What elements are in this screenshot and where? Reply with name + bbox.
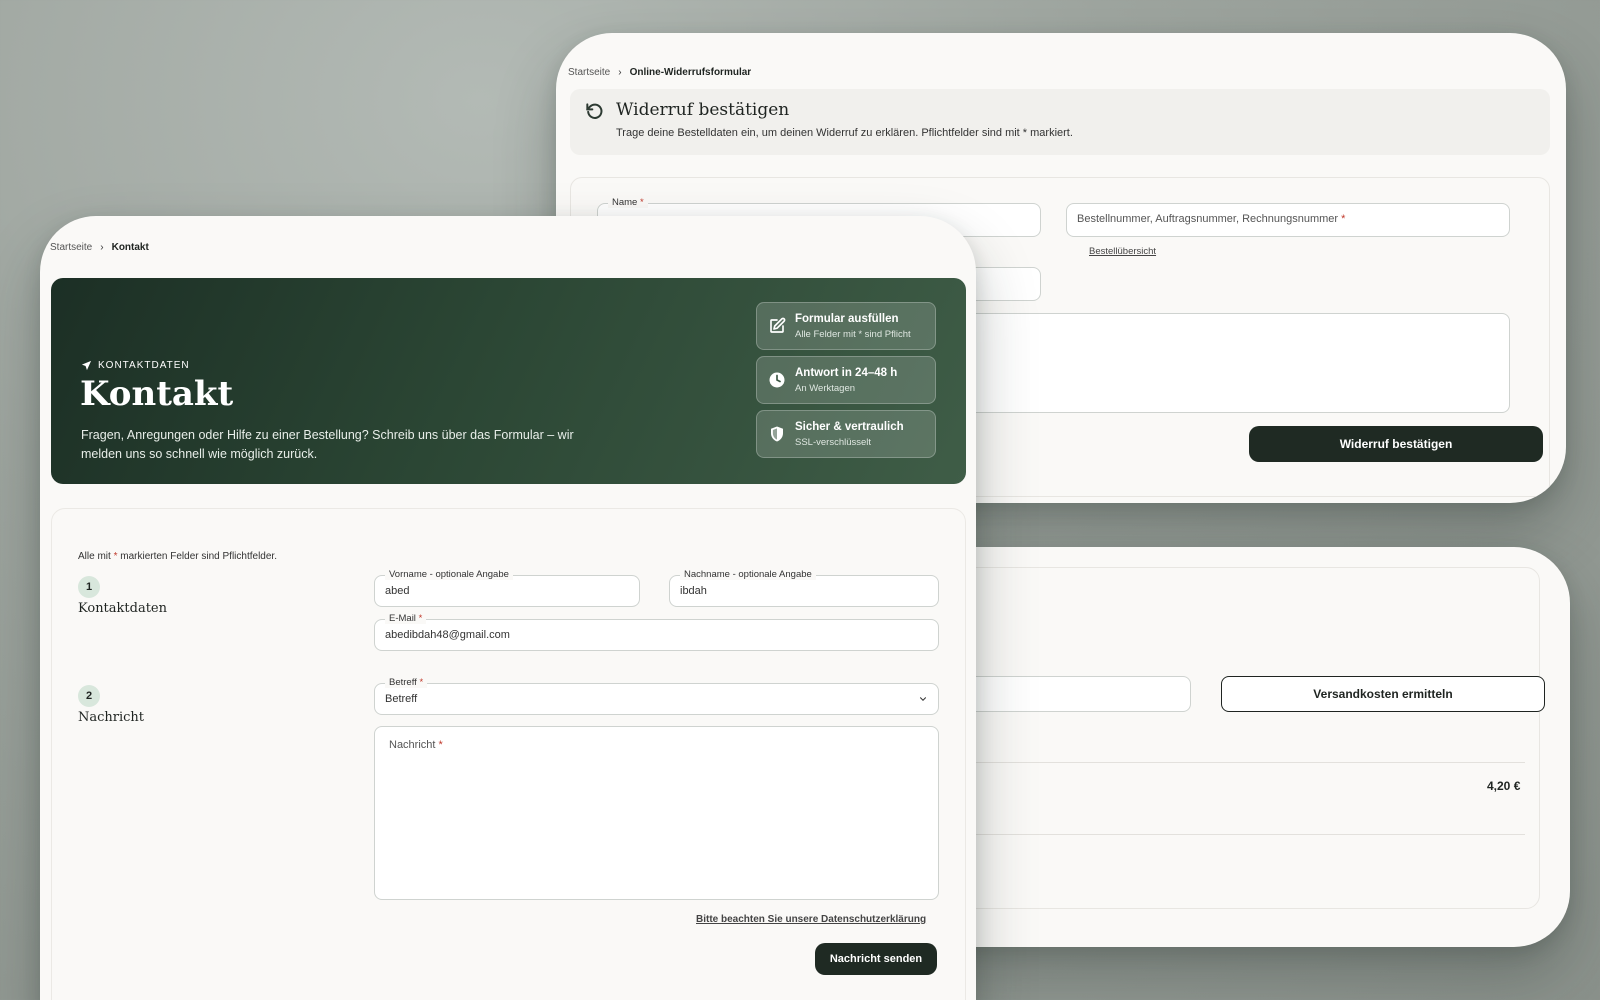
email-input[interactable]: E-Mail * abedibdah48@gmail.com [374,613,939,651]
firstname-value: abed [385,585,410,597]
lastname-value: ibdah [680,585,707,597]
divider [951,834,1525,835]
chevron-right-icon: › [100,242,104,253]
contact-hero: KONTAKTDATEN Kontakt Fragen, Anregungen … [51,278,966,484]
shield-icon [771,426,783,442]
send-icon [81,360,92,371]
email-value: abedibdah48@gmail.com [385,629,510,641]
email-label: E-Mail [389,613,416,624]
subject-label: Betreff [389,677,417,688]
breadcrumb-home[interactable]: Startseite [568,67,610,78]
info-pill-response: Antwort in 24–48 h An Werktagen [756,356,936,404]
hero-eyebrow: KONTAKTDATEN [98,360,190,371]
firstname-label: Vorname - optionale Angabe [385,569,513,580]
shipping-calculator: LZ 0389 Versandkosten ermitteln 4,20 € [910,567,1545,909]
step-contact-details: 1 Kontaktdaten [78,576,167,616]
order-overview-link[interactable]: Bestellübersicht [1089,246,1156,257]
pill-title: Formular ausfüllen [795,313,899,325]
chevron-down-icon [919,697,927,701]
info-pill-form: Formular ausfüllen Alle Felder mit * sin… [756,302,936,350]
edit-icon [770,317,786,333]
pill-subtitle: SSL-verschlüsselt [795,437,872,448]
page-title: Widerruf bestätigen [616,100,790,120]
contact-window: Startseite › Kontakt KONTAKTDATEN Kontak… [40,216,976,1000]
undo-icon [586,103,603,119]
firstname-input[interactable]: Vorname - optionale Angabe abed [374,569,640,607]
order-number-input[interactable]: Bestellnummer, Auftragsnummer, Rechnungs… [1066,203,1510,237]
pill-title: Sicher & vertraulich [795,421,904,433]
pill-subtitle: An Werktagen [795,383,856,394]
shipping-window: LZ 0389 Versandkosten ermitteln 4,20 € [910,547,1570,947]
calculate-shipping-button[interactable]: Versandkosten ermitteln [1221,676,1545,712]
subject-value: Betreff [385,693,418,705]
contact-form: Alle mit * markierten Felder sind Pflich… [51,508,966,1000]
breadcrumb: Startseite › Online-Widerrufsformular [568,67,751,78]
breadcrumb: Startseite › Kontakt [50,242,149,253]
hero-description: Fragen, Anregungen oder Hilfe zu einer B… [81,428,574,461]
step-number: 1 [78,576,100,598]
divider [951,762,1525,763]
lastname-label: Nachname - optionale Angabe [680,569,816,580]
step-message: 2 Nachricht [78,685,144,725]
confirm-withdrawal-button[interactable]: Widerruf bestätigen [1249,426,1543,462]
send-message-button[interactable]: Nachricht senden [815,943,937,975]
pill-subtitle: Alle Felder mit * sind Pflicht [795,329,911,340]
page-subtitle: Trage deine Bestelldaten ein, um deinen … [616,127,1073,139]
message-textarea[interactable]: Nachricht * [374,726,939,900]
info-pill-secure: Sicher & vertraulich SSL-verschlüsselt [756,410,936,458]
name-label: Name [612,197,638,208]
breadcrumb-current: Kontakt [111,242,149,253]
breadcrumb-home[interactable]: Startseite [50,242,92,253]
privacy-policy-link[interactable]: Bitte beachten Sie unsere Datenschutzerk… [696,914,926,925]
step-label: Kontaktdaten [78,601,168,616]
clock-icon [769,372,785,388]
step-number: 2 [78,685,100,707]
order-number-placeholder: Bestellnummer, Auftragsnummer, Rechnungs… [1077,213,1339,225]
breadcrumb-current: Online-Widerrufsformular [629,67,752,78]
hero-title: Kontakt [80,374,234,414]
pill-title: Antwort in 24–48 h [795,367,898,379]
lastname-input[interactable]: Nachname - optionale Angabe ibdah [669,569,939,607]
required-note: Alle mit * markierten Felder sind Pflich… [78,551,277,562]
subject-select[interactable]: Betreff * Betreff [374,677,939,715]
step-label: Nachricht [78,710,145,725]
shipping-price: 4,20 € [1487,779,1521,793]
message-placeholder: Nachricht [389,739,436,751]
chevron-right-icon: › [618,67,622,78]
withdrawal-header: Widerruf bestätigen Trage deine Bestelld… [570,89,1550,155]
